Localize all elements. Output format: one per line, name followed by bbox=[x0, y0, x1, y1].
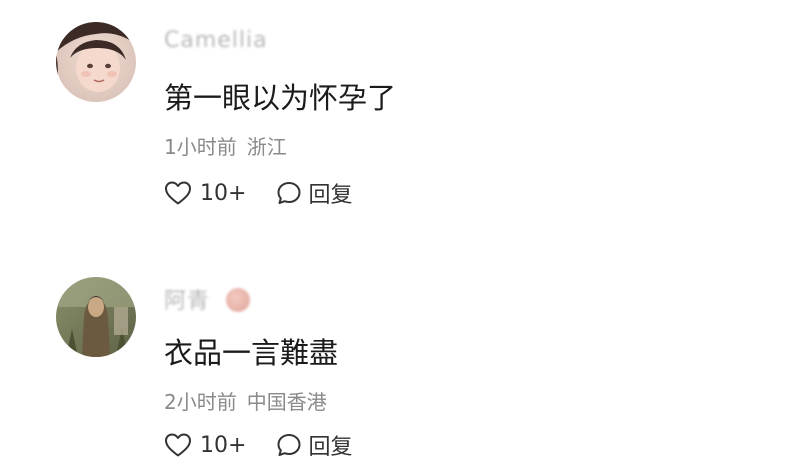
like-button[interactable]: 10+ bbox=[164, 180, 246, 206]
username[interactable]: 阿青 bbox=[164, 283, 210, 315]
speech-bubble-icon bbox=[276, 432, 302, 458]
like-count: 10+ bbox=[200, 180, 247, 206]
like-count: 10+ bbox=[200, 432, 247, 458]
avatar[interactable] bbox=[56, 22, 136, 102]
speech-bubble-icon bbox=[276, 180, 302, 206]
comment-text: 衣品一言難盡 bbox=[164, 336, 339, 370]
comment-item: 阿青 衣品一言難盡 2小时前 中国香港 10+ 回复 bbox=[0, 255, 800, 470]
heart-icon bbox=[164, 432, 192, 458]
location: 浙江 bbox=[246, 135, 287, 159]
comment-meta: 2小时前 中国香港 bbox=[164, 386, 327, 415]
reply-button[interactable]: 回复 bbox=[276, 429, 352, 461]
avatar[interactable] bbox=[56, 277, 136, 357]
reply-button[interactable]: 回复 bbox=[276, 177, 352, 209]
username[interactable]: Camellia bbox=[164, 28, 268, 53]
comment-actions: 10+ 回复 bbox=[164, 429, 352, 461]
timestamp: 2小时前 bbox=[164, 390, 237, 414]
timestamp: 1小时前 bbox=[164, 135, 237, 159]
user-badge-icon bbox=[226, 288, 250, 312]
reply-label: 回复 bbox=[308, 183, 353, 208]
heart-icon bbox=[164, 180, 192, 206]
reply-label: 回复 bbox=[308, 435, 353, 460]
comment-item: Camellia 第一眼以为怀孕了 1小时前 浙江 10+ 回复 bbox=[0, 0, 800, 255]
comment-text: 第一眼以为怀孕了 bbox=[164, 81, 397, 115]
like-button[interactable]: 10+ bbox=[164, 432, 246, 458]
comment-actions: 10+ 回复 bbox=[164, 177, 352, 209]
location: 中国香港 bbox=[246, 390, 327, 414]
comment-meta: 1小时前 浙江 bbox=[164, 131, 287, 160]
